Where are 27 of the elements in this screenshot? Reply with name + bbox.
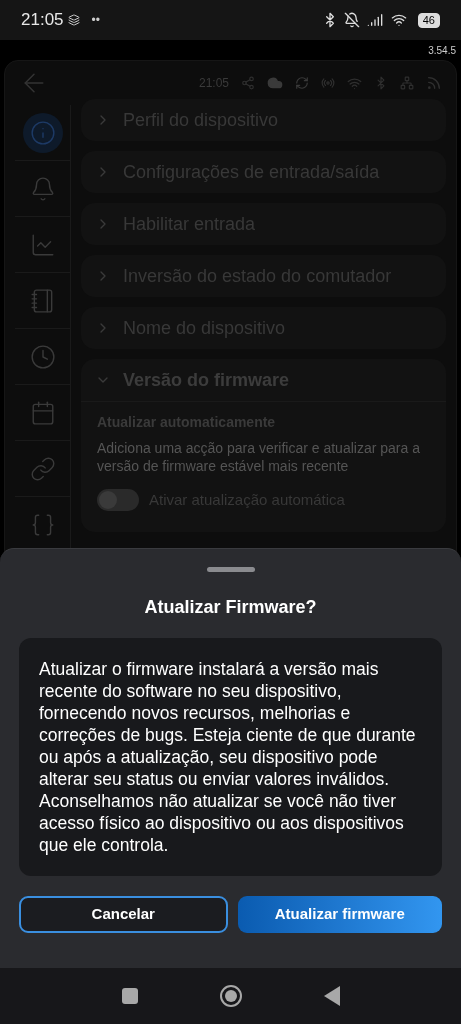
update-button[interactable]: Atualizar firmware	[237, 896, 442, 933]
setting-description: Adiciona uma acção para verificar e atualizar para a versão de firmware estável mais recente	[97, 439, 421, 475]
network-icon	[400, 76, 414, 90]
cancel-button[interactable]: Cancelar	[19, 896, 228, 933]
clock-time: 21:05	[21, 9, 64, 32]
dialog-message: Atualizar o firmware instalará a versão mais recente do software no seu dispositivo, fornecendo novos recursos, melhorias e correções de bugs. Esteja ciente de que durante ou após a atualização, seu dispositivo pode alterar seu status ou enviar valores inválidos. Aconselhamos não atualizar se você não tiver acesso físico ao dispositivo ou aos dispositivos que ele controla.	[39, 658, 417, 856]
share-icon	[241, 76, 255, 90]
drag-handle[interactable]	[206, 567, 255, 572]
recents-button[interactable]	[121, 988, 138, 1004]
toggle-switch[interactable]	[97, 489, 139, 512]
home-button[interactable]	[219, 985, 242, 1007]
signal-icon	[365, 12, 384, 28]
back-icon[interactable]	[323, 986, 340, 1006]
refresh-icon	[295, 76, 309, 90]
battery-indicator: 46	[417, 12, 440, 28]
notification-dots: ••	[91, 12, 100, 29]
radio-icon	[321, 76, 335, 90]
cloud-icon	[267, 75, 283, 91]
link-icon	[29, 455, 56, 482]
info-icon	[29, 119, 56, 146]
app-version: 3.54.5	[428, 43, 456, 58]
layers-icon	[67, 14, 80, 26]
clock-icon	[29, 343, 56, 370]
wifi-icon	[389, 12, 408, 28]
muted-bell-icon	[343, 12, 360, 28]
rss-icon	[426, 75, 442, 91]
dialog-title: Atualizar Firmware?	[144, 596, 317, 619]
